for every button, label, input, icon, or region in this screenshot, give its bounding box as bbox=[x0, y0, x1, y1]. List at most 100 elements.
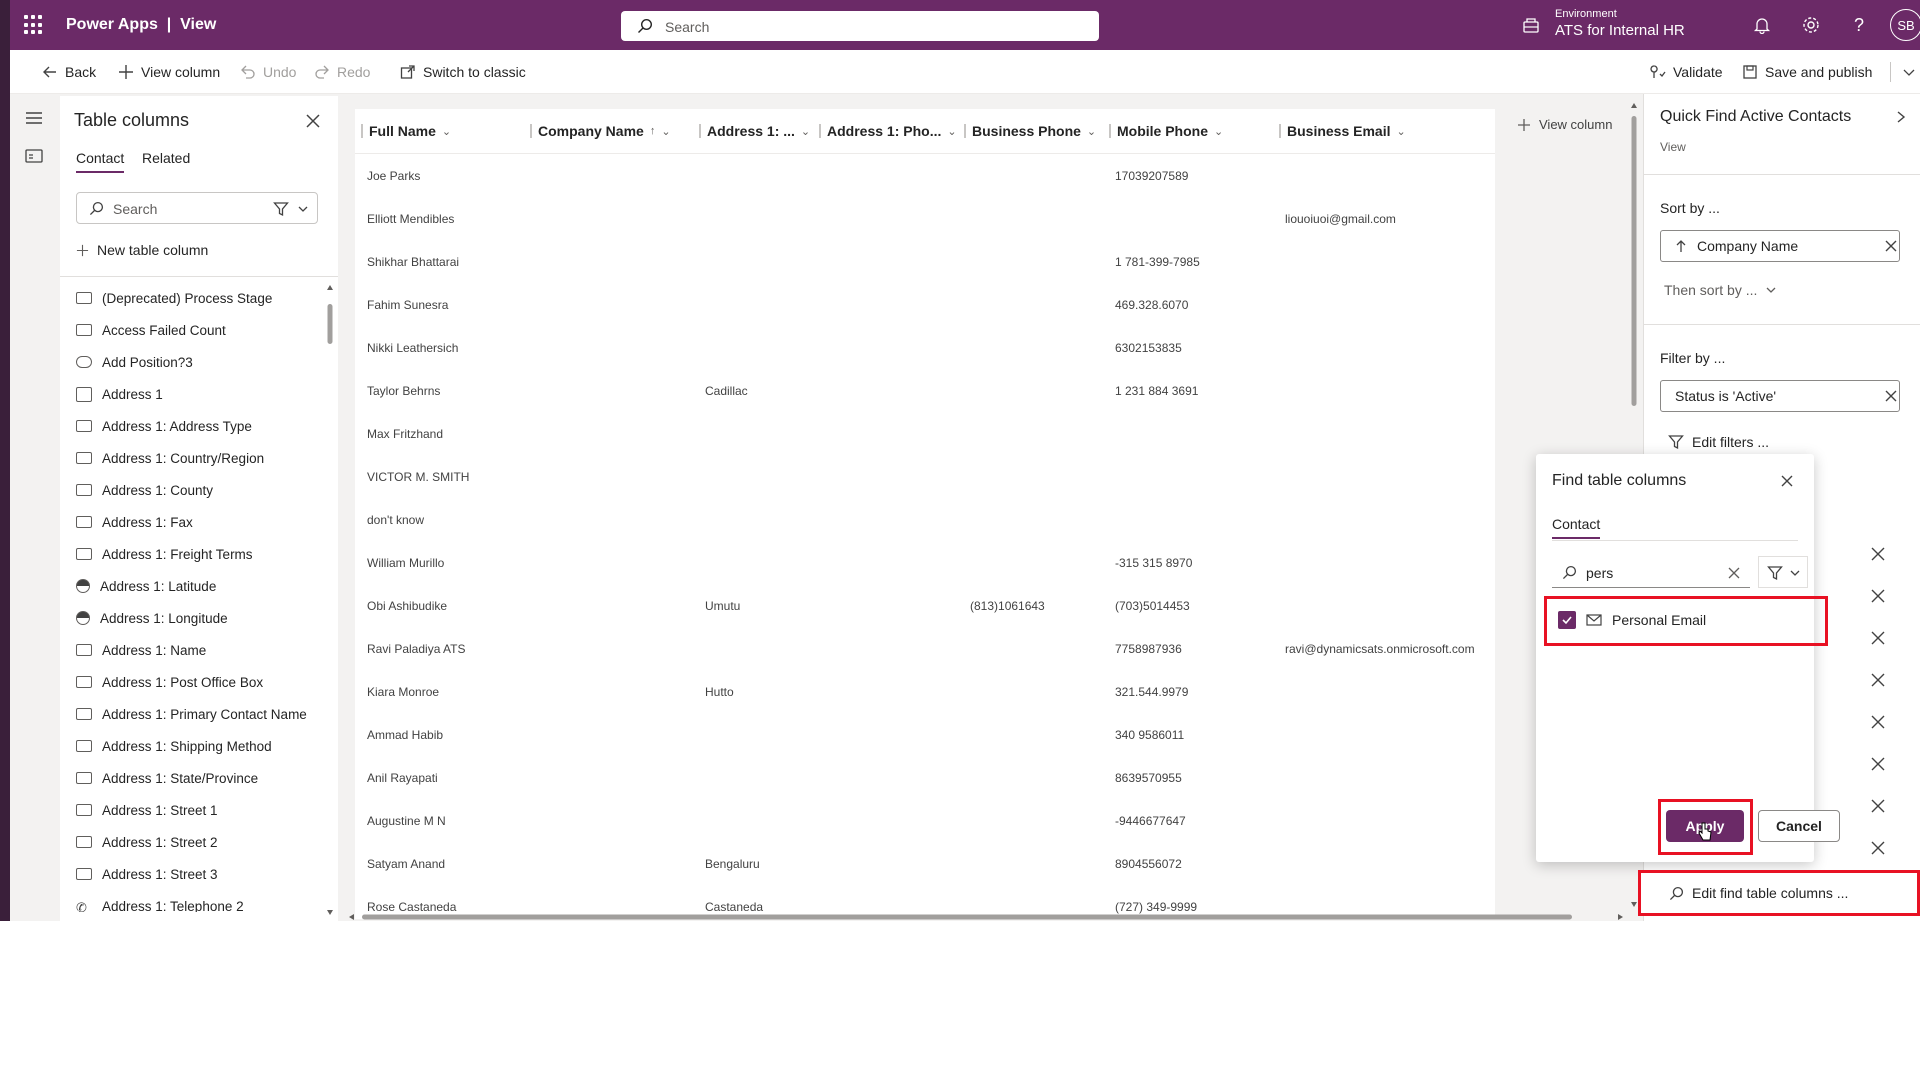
edit-filters-button[interactable]: Edit filters ... bbox=[1668, 434, 1769, 450]
environment-icon[interactable] bbox=[1522, 16, 1540, 34]
tab-contact[interactable]: Contact bbox=[1552, 516, 1601, 539]
table-cell: Bengaluru bbox=[705, 857, 760, 871]
close-icon[interactable] bbox=[1870, 840, 1886, 856]
list-item[interactable]: Address 1: Primary Contact Name bbox=[74, 698, 322, 730]
col-header-mobile-phone[interactable]: Mobile Phone ⌄ bbox=[1109, 109, 1223, 153]
redo-button[interactable]: Redo bbox=[314, 62, 370, 82]
list-item[interactable]: Address 1: Country/Region bbox=[74, 442, 322, 474]
grid-horizontal-scrollbar[interactable] bbox=[346, 913, 1626, 921]
save-publish-dropdown[interactable] bbox=[1890, 62, 1917, 82]
columns-search-input[interactable]: Search bbox=[76, 192, 318, 224]
list-item[interactable]: Address 1 bbox=[74, 378, 322, 410]
table-row[interactable]: Ravi Paladiya ATS 7758987936 ravi@dynamics… bbox=[355, 628, 1495, 671]
table-row[interactable]: Nikki Leathersich 6302153835 bbox=[355, 327, 1495, 370]
table-columns-icon[interactable] bbox=[24, 146, 44, 166]
new-table-column-button[interactable]: New table column bbox=[76, 242, 208, 258]
hamburger-menu-icon[interactable] bbox=[24, 108, 44, 128]
switch-to-classic-button[interactable]: Switch to classic bbox=[400, 62, 526, 82]
list-item[interactable]: Address 1: Post Office Box bbox=[74, 666, 322, 698]
filter-pill[interactable]: Status is 'Active' bbox=[1660, 380, 1900, 412]
sort-value: Company Name bbox=[1697, 238, 1799, 254]
col-header-address-1[interactable]: Address 1: ... ⌄ bbox=[699, 109, 810, 153]
list-item[interactable]: (Deprecated) Process Stage bbox=[74, 282, 322, 314]
chevron-down-icon[interactable] bbox=[297, 203, 309, 215]
col-header-full-name[interactable]: Full Name ⌄ bbox=[361, 109, 451, 153]
table-row[interactable]: Satyam Anand Bengaluru 8904556072 bbox=[355, 843, 1495, 886]
list-item[interactable]: Address 1: County bbox=[74, 474, 322, 506]
close-icon[interactable] bbox=[1780, 474, 1794, 488]
bell-icon[interactable] bbox=[1751, 14, 1773, 36]
list-item[interactable]: Address 1: Street 1 bbox=[74, 794, 322, 826]
table-row[interactable]: Kiara Monroe Hutto 321.544.9979 bbox=[355, 671, 1495, 714]
close-icon[interactable] bbox=[1870, 714, 1886, 730]
add-view-column-button[interactable]: View column bbox=[1517, 117, 1612, 132]
close-icon[interactable] bbox=[1870, 546, 1886, 562]
close-icon[interactable] bbox=[1870, 672, 1886, 688]
table-row[interactable]: Obi Ashibudike Umutu (813)1061643 (703)5014… bbox=[355, 585, 1495, 628]
cancel-button[interactable]: Cancel bbox=[1758, 810, 1840, 842]
close-icon[interactable] bbox=[1870, 630, 1886, 646]
list-item[interactable]: Add Position?3 bbox=[74, 346, 322, 378]
table-row[interactable]: Max Fritzhand bbox=[355, 413, 1495, 456]
view-column-button[interactable]: View column bbox=[118, 62, 220, 82]
find-columns-filter-button[interactable] bbox=[1758, 556, 1808, 588]
then-sort-by-button[interactable]: Then sort by ... bbox=[1664, 282, 1777, 298]
close-icon[interactable] bbox=[1870, 588, 1886, 604]
column-type-icon bbox=[76, 452, 92, 464]
list-item[interactable]: Address 1: Latitude bbox=[74, 570, 322, 602]
table-row[interactable]: William Murillo -315 315 8970 bbox=[355, 542, 1495, 585]
col-header-business-email[interactable]: Business Email ⌄ bbox=[1279, 109, 1406, 153]
app-launcher-icon[interactable] bbox=[24, 15, 44, 35]
environment-selector[interactable]: Environment ATS for Internal HR bbox=[1555, 8, 1685, 39]
validate-button[interactable]: Validate bbox=[1650, 62, 1723, 82]
table-row[interactable]: Anil Rayapati 8639570955 bbox=[355, 757, 1495, 800]
close-icon[interactable] bbox=[1870, 798, 1886, 814]
list-item[interactable]: Address 1: Fax bbox=[74, 506, 322, 538]
chevron-right-icon[interactable] bbox=[1894, 110, 1908, 124]
save-and-publish-button[interactable]: Save and publish bbox=[1742, 62, 1872, 82]
close-icon[interactable] bbox=[1884, 389, 1898, 403]
list-item[interactable]: Address 1: Street 2 bbox=[74, 826, 322, 858]
undo-button[interactable]: Undo bbox=[240, 62, 296, 82]
list-item[interactable]: Access Failed Count bbox=[74, 314, 322, 346]
col-header-company-name[interactable]: Company Name ↑ ⌄ bbox=[530, 109, 671, 153]
table-row[interactable]: Joe Parks 17039207589 bbox=[355, 155, 1495, 198]
table-row[interactable]: Taylor Behrns Cadillac 1 231 884 3691 bbox=[355, 370, 1495, 413]
table-cell: (727) 349-9999 bbox=[1115, 900, 1198, 914]
table-row[interactable]: don't know bbox=[355, 499, 1495, 542]
tab-related[interactable]: Related bbox=[142, 150, 190, 166]
user-avatar[interactable]: SB bbox=[1890, 9, 1920, 41]
table-row[interactable]: Fahim Sunesra 469.328.6070 bbox=[355, 284, 1495, 327]
table-row[interactable]: VICTOR M. SMITH bbox=[355, 456, 1495, 499]
list-item[interactable]: Address 1: Street 3 bbox=[74, 858, 322, 890]
list-item[interactable]: Address 1: State/Province bbox=[74, 762, 322, 794]
back-button[interactable]: Back bbox=[42, 62, 96, 82]
list-item[interactable]: ✆ Address 1: Telephone 2 bbox=[74, 890, 322, 913]
table-row[interactable]: Shikhar Bhattarai 1 781-399-7985 bbox=[355, 241, 1495, 284]
close-icon[interactable] bbox=[1870, 756, 1886, 772]
gear-icon[interactable] bbox=[1800, 14, 1822, 36]
filter-icon[interactable] bbox=[273, 201, 289, 217]
col-header-business-phone[interactable]: Business Phone ⌄ bbox=[964, 109, 1096, 153]
list-item[interactable]: Address 1: Address Type bbox=[74, 410, 322, 442]
environment-label: Environment bbox=[1555, 8, 1617, 20]
table-row[interactable]: Elliott Mendibles liouoiuoi@gmail.com bbox=[355, 198, 1495, 241]
clear-icon[interactable] bbox=[1728, 567, 1740, 579]
columns-scrollbar[interactable] bbox=[326, 282, 334, 918]
tab-contact[interactable]: Contact bbox=[76, 150, 125, 173]
table-row[interactable]: Augustine M N -9446677647 bbox=[355, 800, 1495, 843]
close-icon[interactable] bbox=[1884, 239, 1898, 253]
col-header-address-1-phone[interactable]: Address 1: Pho... ⌄ bbox=[819, 109, 957, 153]
list-item[interactable]: Address 1: Shipping Method bbox=[74, 730, 322, 762]
list-item[interactable]: Address 1: Name bbox=[74, 634, 322, 666]
global-search-box[interactable]: Search bbox=[621, 11, 1099, 41]
chevron-down-icon: ⌄ bbox=[1214, 125, 1224, 138]
list-item[interactable]: Address 1: Freight Terms bbox=[74, 538, 322, 570]
list-item[interactable]: Address 1: Longitude bbox=[74, 602, 322, 634]
table-row[interactable]: Ammad Habib 340 9586011 bbox=[355, 714, 1495, 757]
help-icon[interactable]: ? bbox=[1848, 14, 1870, 36]
find-columns-search-input[interactable]: pers bbox=[1552, 556, 1750, 588]
close-icon[interactable] bbox=[304, 112, 322, 130]
edit-find-table-columns-button[interactable]: Edit find table columns ... bbox=[1638, 870, 1920, 916]
sort-pill[interactable]: Company Name bbox=[1660, 230, 1900, 262]
